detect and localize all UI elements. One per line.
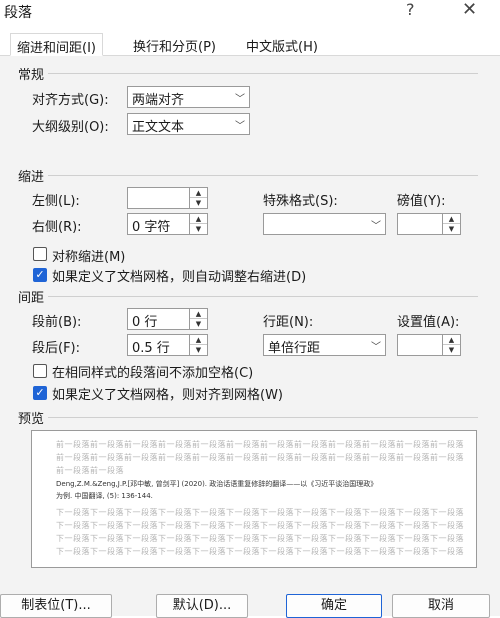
spin-up-icon[interactable]: ▲: [190, 309, 207, 319]
snap-to-grid-label[interactable]: 如果定义了文档网格，则对齐到网格(W): [52, 384, 283, 403]
window-title: 段落: [4, 5, 32, 21]
spin-up-icon[interactable]: ▲: [190, 335, 207, 345]
spin-down-icon[interactable]: ▼: [443, 345, 460, 355]
preview-next-paragraph: 下一段落下一段落下一段落下一段落下一段落下一段落下一段落下一段落下一段落下一段落…: [56, 508, 464, 517]
spin-down-icon[interactable]: ▼: [190, 345, 207, 355]
right-indent-value: 0 字符: [132, 220, 171, 235]
spin-down-icon[interactable]: ▼: [190, 224, 207, 234]
no-space-same-style-checkbox[interactable]: [33, 364, 47, 378]
spin-down-icon[interactable]: ▼: [190, 198, 207, 208]
indent-measure-label: 磅值(Y):: [397, 194, 446, 209]
check-icon: ✓: [35, 268, 45, 281]
close-icon[interactable]: ✕: [462, 0, 477, 20]
spinner-buttons: ▲ ▼: [189, 188, 207, 208]
preview-heading: 预览: [18, 412, 45, 427]
alignment-select[interactable]: 两端对齐 ﹀: [127, 86, 250, 108]
indent-heading: 缩进: [18, 170, 45, 185]
preview-next-paragraph: 下一段落下一段落下一段落下一段落下一段落下一段落下一段落下一段落下一段落下一段落…: [56, 534, 464, 543]
space-before-spinner[interactable]: 0 行 ▲ ▼: [127, 308, 208, 330]
space-after-spinner[interactable]: 0.5 行 ▲ ▼: [127, 334, 208, 356]
space-before-value: 0 行: [132, 315, 158, 330]
chevron-down-icon: ﹀: [235, 94, 245, 105]
mirror-indents-checkbox[interactable]: [33, 247, 47, 261]
spin-up-icon[interactable]: ▲: [190, 188, 207, 198]
special-format-select[interactable]: ﹀: [263, 213, 386, 235]
snap-to-grid-checkbox[interactable]: ✓: [33, 386, 47, 400]
spacing-setting-label: 设置值(A):: [397, 315, 460, 330]
tab-asian-typography[interactable]: 中文版式(H): [240, 33, 324, 56]
spin-up-icon[interactable]: ▲: [443, 214, 460, 224]
chevron-down-icon: ﹀: [371, 221, 381, 232]
alignment-value: 两端对齐: [132, 93, 185, 108]
preview-previous-paragraph: 前一段落前一段落前一段落前一段落前一段落前一段落前一段落前一段落前一段落前一段落…: [56, 440, 464, 449]
title-bar: [0, 0, 500, 24]
left-indent-spinner[interactable]: ▲ ▼: [127, 187, 208, 209]
space-before-label: 段前(B):: [32, 315, 82, 330]
tab-line-page-breaks[interactable]: 换行和分页(P): [127, 33, 222, 56]
spin-down-icon[interactable]: ▼: [443, 224, 460, 234]
alignment-label: 对齐方式(G):: [32, 93, 109, 108]
chevron-down-icon: ﹀: [371, 342, 381, 353]
set-default-button[interactable]: 默认(D)...: [156, 594, 248, 618]
mirror-indents-label[interactable]: 对称缩进(M): [52, 246, 125, 265]
ok-button[interactable]: 确定: [286, 594, 382, 618]
spacing-heading: 间距: [18, 291, 45, 306]
indent-divider: [48, 175, 478, 176]
spacing-divider: [48, 296, 478, 297]
left-indent-label: 左侧(L):: [32, 194, 80, 209]
preview-previous-paragraph: 前一段落前一段落: [56, 466, 124, 475]
spinner-buttons: ▲ ▼: [442, 214, 460, 234]
right-indent-label: 右侧(R):: [32, 220, 82, 235]
special-format-label: 特殊格式(S):: [263, 194, 338, 209]
spinner-buttons: ▲ ▼: [442, 335, 460, 355]
spacing-setting-spinner[interactable]: ▲ ▼: [397, 334, 461, 356]
general-heading: 常规: [18, 68, 45, 83]
space-after-value: 0.5 行: [132, 341, 170, 356]
tab-indents-spacing[interactable]: 缩进和间距(I): [10, 33, 103, 56]
preview-next-paragraph: 下一段落下一段落下一段落下一段落下一段落下一段落下一段落下一段落下一段落下一段落…: [56, 547, 464, 556]
space-after-label: 段后(F):: [32, 341, 81, 356]
check-icon: ✓: [35, 386, 45, 399]
outline-level-label: 大纲级别(O):: [32, 120, 109, 135]
indent-measure-spinner[interactable]: ▲ ▼: [397, 213, 461, 235]
help-icon[interactable]: ?: [406, 0, 415, 19]
spinner-buttons: ▲ ▼: [189, 214, 207, 234]
line-spacing-select[interactable]: 单倍行距 ﹀: [263, 334, 386, 356]
preview-sample-text: 为例. 中国翻译, (5): 136-144.: [56, 492, 153, 500]
preview-previous-paragraph: 前一段落前一段落前一段落前一段落前一段落前一段落前一段落前一段落前一段落前一段落…: [56, 453, 464, 462]
preview-box: 前一段落前一段落前一段落前一段落前一段落前一段落前一段落前一段落前一段落前一段落…: [31, 430, 477, 568]
spin-up-icon[interactable]: ▲: [190, 214, 207, 224]
chevron-down-icon: ﹀: [235, 121, 245, 132]
spin-up-icon[interactable]: ▲: [443, 335, 460, 345]
spin-down-icon[interactable]: ▼: [190, 319, 207, 329]
line-spacing-label: 行距(N):: [263, 315, 314, 330]
auto-adjust-right-indent-label[interactable]: 如果定义了文档网格，则自动调整右缩进(D): [52, 266, 306, 285]
right-indent-spinner[interactable]: 0 字符 ▲ ▼: [127, 213, 208, 235]
cancel-button[interactable]: 取消: [392, 594, 490, 618]
tabs-button[interactable]: 制表位(T)...: [0, 594, 112, 618]
no-space-same-style-label[interactable]: 在相同样式的段落间不添加空格(C): [52, 362, 253, 381]
line-spacing-value: 单倍行距: [268, 341, 321, 356]
general-divider: [48, 73, 478, 74]
preview-sample-text: Deng,Z.M.&Zeng,J.P.[邓中敏, 曾剑平] (2020). 政治…: [56, 480, 378, 488]
outline-level-value: 正文文本: [132, 120, 185, 135]
spinner-buttons: ▲ ▼: [189, 309, 207, 329]
auto-adjust-right-indent-checkbox[interactable]: ✓: [33, 268, 47, 282]
preview-next-paragraph: 下一段落下一段落下一段落下一段落下一段落下一段落下一段落下一段落下一段落下一段落…: [56, 521, 464, 530]
preview-divider: [48, 417, 478, 418]
spinner-buttons: ▲ ▼: [189, 335, 207, 355]
outline-level-select[interactable]: 正文文本 ﹀: [127, 113, 250, 135]
